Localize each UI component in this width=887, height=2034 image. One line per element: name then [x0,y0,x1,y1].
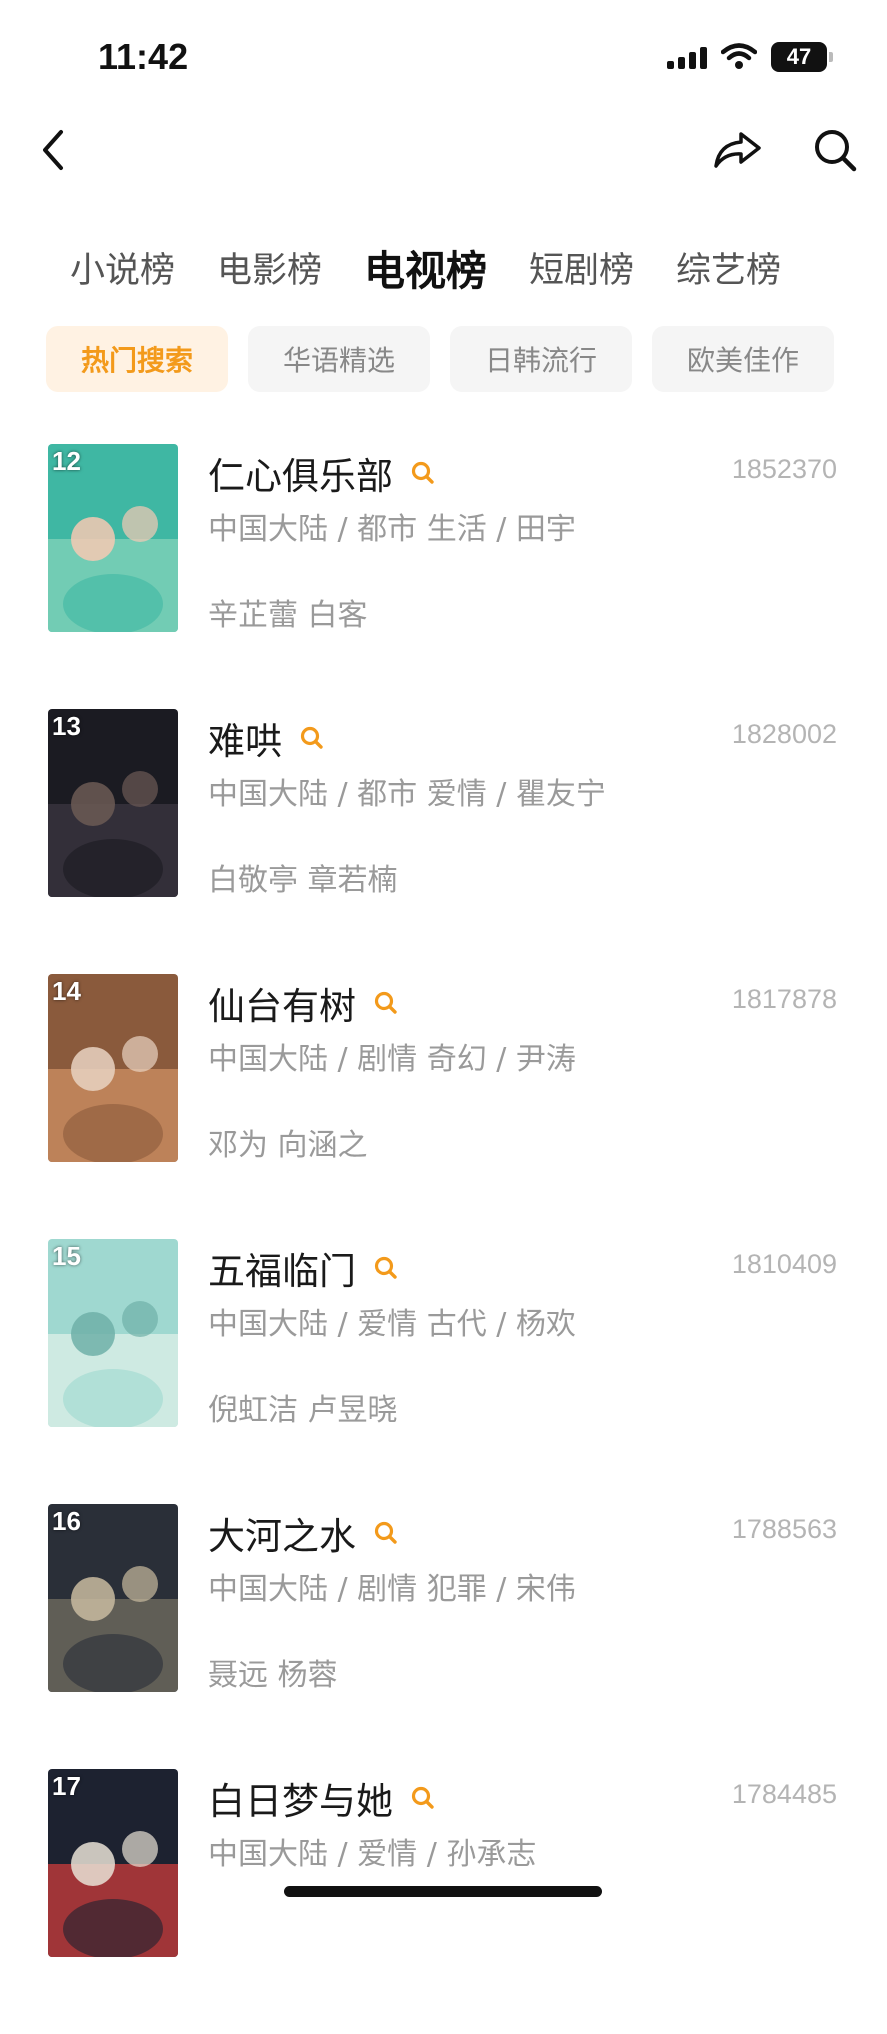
share-icon [714,132,761,168]
poster-image[interactable]: 15 [48,1239,178,1427]
item-title[interactable]: 五福临门 [208,1241,356,1295]
search-count: 1817878 [731,984,837,1014]
item-meta: 中国大陆 / 爱情 古代 / 杨欢 [208,1307,576,1342]
status-bar: 11:42 47 [0,0,887,110]
item-cast: 辛芷蕾 白客 [208,598,368,633]
chip-hot-search[interactable]: 热门搜索 [46,326,228,392]
search-icon[interactable] [372,1254,400,1282]
poster-image[interactable]: 17 [48,1769,178,1957]
rank-number: 17 [52,1771,81,1801]
status-time: 11:42 [98,36,189,77]
item-meta: 中国大陆 / 都市 爱情 / 瞿友宁 [208,777,606,812]
list-item[interactable]: 14 仙台有树 1817878 中国大陆 / 剧情 奇幻 / 尹涛 邓为 向涵之 [0,974,887,1239]
item-meta: 中国大陆 / 剧情 奇幻 / 尹涛 [208,1042,576,1077]
filter-chips: 热门搜索 华语精选 日韩流行 欧美佳作 [46,326,834,392]
search-button[interactable] [805,120,865,180]
back-button[interactable] [24,120,84,180]
home-indicator [284,1886,602,1897]
rank-number: 16 [52,1506,81,1536]
item-title[interactable]: 难哄 [208,711,282,765]
cellular-signal-icon [667,45,707,69]
wifi-icon [721,43,757,69]
list-item[interactable]: 17 白日梦与她 1784485 中国大陆 / 爱情 / 孙承志 [0,1769,887,2034]
search-icon[interactable] [409,1784,437,1812]
rank-number: 15 [52,1241,81,1271]
search-icon[interactable] [372,989,400,1017]
title-row: 难哄 [208,711,326,765]
title-row: 白日梦与她 [208,1771,437,1825]
chip-western[interactable]: 欧美佳作 [652,326,834,392]
search-icon[interactable] [409,459,437,487]
list-item[interactable]: 15 五福临门 1810409 中国大陆 / 爱情 古代 / 杨欢 倪虹洁 卢昱晓 [0,1239,887,1504]
search-icon[interactable] [298,724,326,752]
ranking-list: 12 仁心俱乐部 1852370 中国大陆 / 都市 生活 / 田宇 辛芷蕾 白客 13 难… [0,444,887,2034]
chip-chinese-picks[interactable]: 华语精选 [248,326,430,392]
title-row: 仙台有树 [208,976,400,1030]
rank-number: 12 [52,446,81,476]
tab-short-drama[interactable]: 短剧榜 [529,242,634,293]
search-count: 1810409 [731,1249,837,1279]
tab-novel[interactable]: 小说榜 [70,242,175,293]
status-icons: 47 [667,42,833,72]
tab-variety[interactable]: 综艺榜 [676,242,781,293]
search-count: 1828002 [731,719,837,749]
item-title[interactable]: 仁心俱乐部 [208,446,393,500]
chevron-left-icon [43,130,63,170]
search-count: 1784485 [731,1779,837,1809]
rank-number: 13 [52,711,81,741]
battery-level: 47 [786,44,812,69]
battery-icon: 47 [771,42,833,72]
item-cast: 邓为 向涵之 [208,1128,368,1163]
chip-jp-kr[interactable]: 日韩流行 [450,326,632,392]
item-title[interactable]: 仙台有树 [208,976,356,1030]
rank-number: 14 [52,976,81,1006]
poster-image[interactable]: 13 [48,709,178,897]
category-tabs: 小说榜 电影榜 电视榜 短剧榜 综艺榜 [0,232,887,302]
search-count: 1852370 [731,454,837,484]
item-cast: 聂远 杨蓉 [208,1658,338,1693]
list-item[interactable]: 16 大河之水 1788563 中国大陆 / 剧情 犯罪 / 宋伟 聂远 杨蓉 [0,1504,887,1769]
title-row: 大河之水 [208,1506,400,1560]
poster-image[interactable]: 16 [48,1504,178,1692]
item-title[interactable]: 大河之水 [208,1506,356,1560]
item-meta: 中国大陆 / 剧情 犯罪 / 宋伟 [208,1572,576,1607]
item-meta: 中国大陆 / 爱情 / 孙承志 [208,1837,537,1872]
tab-movie[interactable]: 电影榜 [217,242,322,293]
share-button[interactable] [707,120,767,180]
item-cast: 白敬亭 章若楠 [208,863,398,898]
title-row: 五福临门 [208,1241,400,1295]
item-meta: 中国大陆 / 都市 生活 / 田宇 [208,512,576,547]
search-count: 1788563 [731,1514,837,1544]
search-icon[interactable] [372,1519,400,1547]
item-title[interactable]: 白日梦与她 [208,1771,393,1825]
search-icon [815,130,857,172]
poster-image[interactable]: 12 [48,444,178,632]
poster-image[interactable]: 14 [48,974,178,1162]
title-row: 仁心俱乐部 [208,446,437,500]
item-cast: 倪虹洁 卢昱晓 [208,1393,398,1428]
nav-bar [0,110,887,190]
tab-tv[interactable]: 电视榜 [364,237,487,297]
list-item[interactable]: 12 仁心俱乐部 1852370 中国大陆 / 都市 生活 / 田宇 辛芷蕾 白客 [0,444,887,709]
list-item[interactable]: 13 难哄 1828002 中国大陆 / 都市 爱情 / 瞿友宁 白敬亭 章若楠 [0,709,887,974]
